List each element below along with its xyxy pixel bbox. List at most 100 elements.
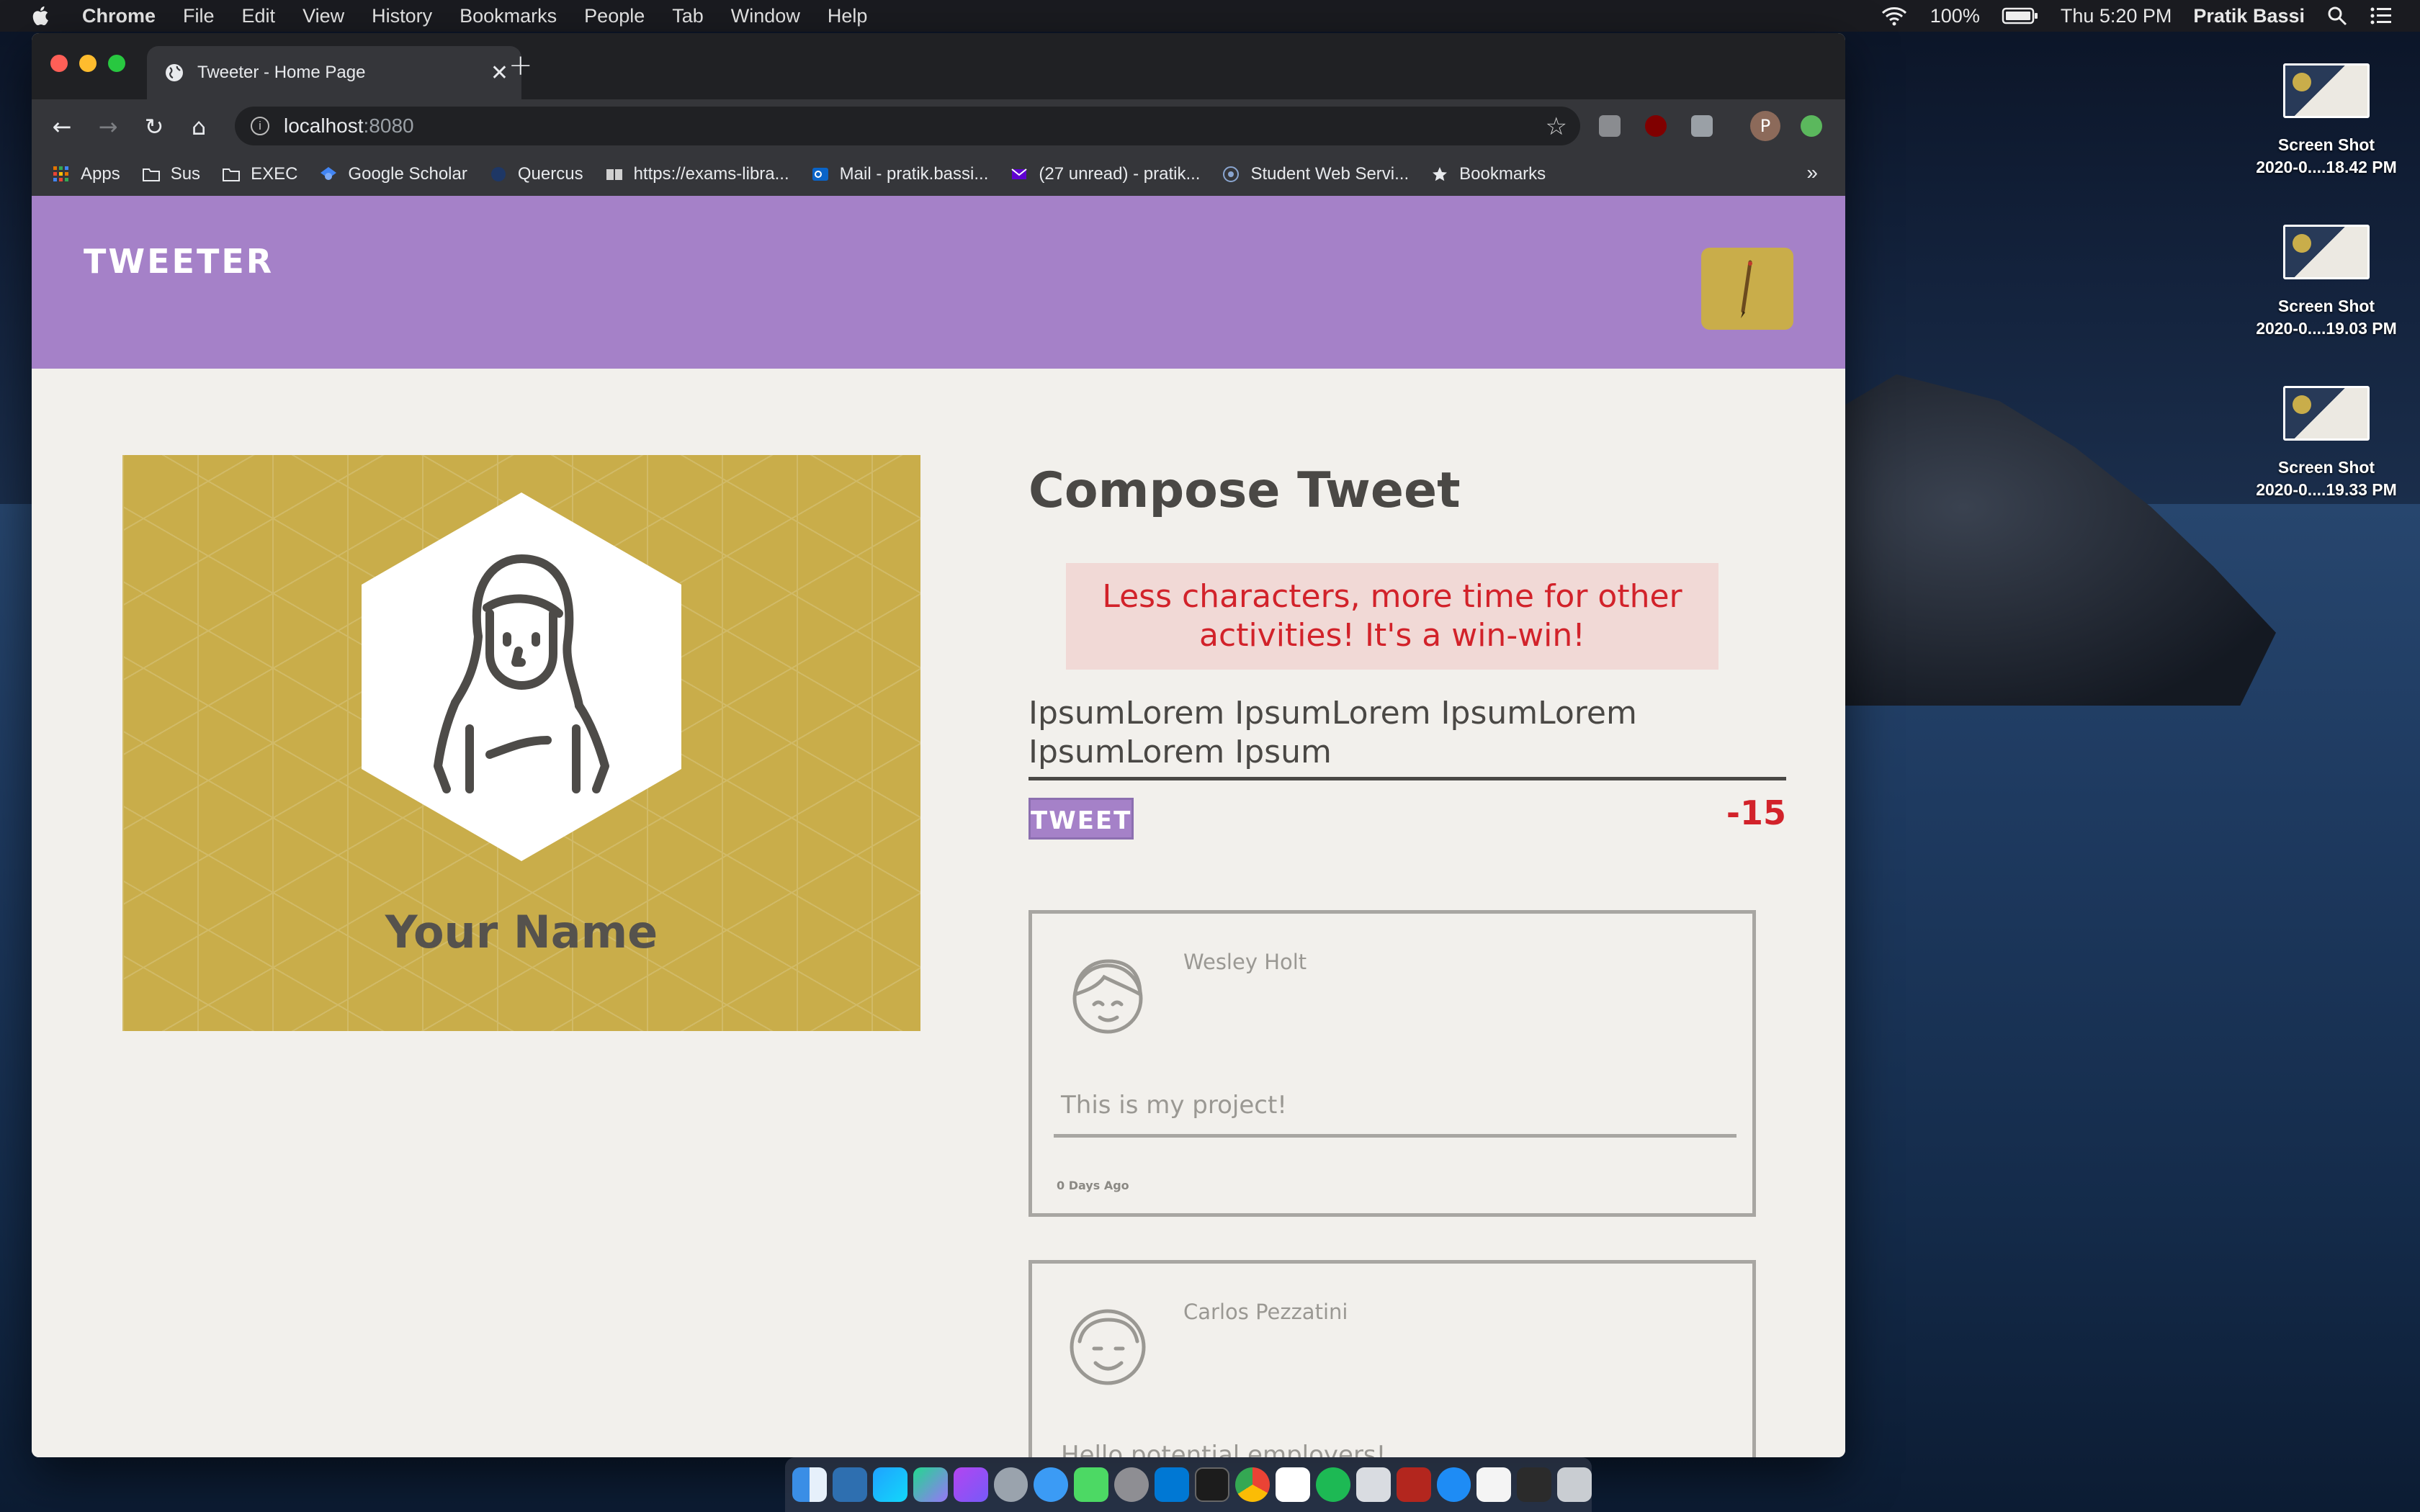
bookmark-google-scholar[interactable]: Google Scholar: [319, 164, 467, 184]
dictionary-icon[interactable]: [1396, 1467, 1431, 1502]
bookmark-label: (27 unread) - pratik...: [1039, 164, 1201, 184]
menu-view[interactable]: View: [302, 5, 344, 27]
book-icon: [606, 169, 622, 180]
back-icon[interactable]: ←: [48, 112, 76, 141]
home-icon[interactable]: ⌂: [184, 112, 213, 141]
url-host: localhost: [284, 114, 364, 137]
bookmark-folder-exec[interactable]: EXEC: [222, 164, 297, 184]
close-window-button[interactable]: [50, 55, 68, 72]
file-date: 2020-0....19.33 PM: [2256, 480, 2397, 499]
brand-logo[interactable]: Tweeter: [84, 242, 274, 281]
file-thumbnail: [2283, 225, 2370, 279]
reload-icon[interactable]: ↻: [140, 112, 169, 141]
facetime-icon[interactable]: [1074, 1467, 1109, 1502]
bookmark-quercus[interactable]: Quercus: [489, 164, 583, 184]
google-scholar-icon: [321, 167, 337, 180]
compose-toggle-button[interactable]: [1701, 248, 1793, 330]
new-tab-icon[interactable]: +: [508, 49, 533, 82]
tweet-button[interactable]: Tweet: [1028, 798, 1134, 840]
file-name: Screen Shot: [2277, 135, 2375, 154]
profile-card: Your Name: [122, 455, 920, 1031]
menu-bookmarks[interactable]: Bookmarks: [460, 5, 557, 27]
tweet-textarea[interactable]: IpsumLorem IpsumLorem IpsumLorem IpsumLo…: [1028, 694, 1786, 780]
browser-tab[interactable]: Tweeter - Home Page ✕: [147, 46, 521, 99]
close-tab-icon[interactable]: ✕: [490, 60, 508, 86]
slack-icon[interactable]: [1275, 1467, 1310, 1502]
webstorm-icon[interactable]: [872, 1467, 908, 1502]
address-bar[interactable]: i localhost:8080 ☆: [235, 107, 1580, 145]
messages-icon[interactable]: [1034, 1467, 1069, 1502]
spotlight-search-icon[interactable]: [2326, 5, 2348, 27]
downloads-stack-icon[interactable]: [1517, 1467, 1552, 1502]
bookmark-apps[interactable]: Apps: [52, 164, 120, 184]
spotify-icon[interactable]: [1315, 1467, 1350, 1502]
menu-people[interactable]: People: [584, 5, 645, 27]
preview-icon[interactable]: [1355, 1467, 1391, 1502]
tweet-body: This is my project!: [1061, 1091, 1287, 1120]
menu-history[interactable]: History: [372, 5, 432, 27]
bookmarks-overflow-icon[interactable]: »: [1806, 161, 1818, 184]
tweet-author: Wesley Holt: [1183, 950, 1307, 974]
datagrip-icon[interactable]: [913, 1467, 948, 1502]
menu-bar-status: 100% Thu 5:20 PM Pratik Bassi: [1880, 0, 2393, 32]
trash-icon[interactable]: [1557, 1467, 1592, 1502]
bookmark-star-icon[interactable]: ☆: [1546, 112, 1567, 141]
error-message: Less characters, more time for other act…: [1066, 563, 1718, 670]
globe-icon: [166, 64, 183, 81]
finder-icon[interactable]: [792, 1467, 827, 1502]
launchpad-icon[interactable]: [993, 1467, 1028, 1502]
chrome-icon[interactable]: [1234, 1467, 1270, 1502]
wifi-icon[interactable]: [1880, 5, 1909, 27]
update-extension-icon[interactable]: [1801, 115, 1822, 137]
vscode-icon[interactable]: [1155, 1467, 1190, 1502]
battery-icon[interactable]: [2002, 6, 2039, 25]
tweet-divider: [1054, 1134, 1736, 1138]
file-name: Screen Shot: [2277, 458, 2375, 477]
site-info-icon[interactable]: i: [251, 117, 269, 135]
file-date: 2020-0....19.03 PM: [2256, 319, 2397, 338]
yahoo-mail-icon: [1011, 168, 1027, 179]
tweet-avatar-icon: [1070, 1309, 1146, 1385]
star-icon: [1433, 167, 1448, 181]
zoom-window-button[interactable]: [108, 55, 125, 72]
browser-toolbar: ← → ↻ ⌂ i localhost:8080 ☆ P: [32, 99, 1845, 153]
minimize-window-button[interactable]: [79, 55, 97, 72]
menu-edit[interactable]: Edit: [242, 5, 276, 27]
desktop-file-screenshot-3[interactable]: Screen Shot 2020-0....19.33 PM: [2254, 386, 2398, 501]
bookmark-outlook-mail[interactable]: Mail - pratik.bassi...: [811, 164, 988, 184]
forward-icon[interactable]: →: [94, 112, 122, 141]
menu-clock[interactable]: Thu 5:20 PM: [2061, 5, 2172, 27]
bookmark-bookmarks[interactable]: Bookmarks: [1430, 164, 1546, 184]
system-preferences-icon[interactable]: [1114, 1467, 1150, 1502]
tab-title: Tweeter - Home Page: [197, 63, 366, 82]
tweeter-page: Tweeter Your Name Compose Tweet: [32, 196, 1845, 1457]
menu-user[interactable]: Pratik Bassi: [2193, 5, 2305, 27]
notification-center-icon[interactable]: [2370, 6, 2393, 26]
folder-icon: [142, 168, 160, 181]
bookmark-yahoo-mail[interactable]: (27 unread) - pratik...: [1010, 164, 1200, 184]
apple-icon[interactable]: [29, 4, 53, 28]
desktop-file-screenshot-2[interactable]: Screen Shot 2020-0....19.03 PM: [2254, 225, 2398, 340]
menu-chrome[interactable]: Chrome: [82, 5, 156, 27]
document-icon[interactable]: [1476, 1467, 1512, 1502]
profile-avatar[interactable]: P: [1750, 111, 1780, 141]
extension-icon[interactable]: [1691, 115, 1713, 137]
phpstorm-icon[interactable]: [953, 1467, 988, 1502]
bookmark-exams-library[interactable]: https://exams-libra...: [605, 164, 789, 184]
bookmark-label: Student Web Servi...: [1250, 164, 1410, 184]
file-thumbnail: [2283, 63, 2370, 118]
desktop-file-screenshot-1[interactable]: Screen Shot 2020-0....18.42 PM: [2254, 63, 2398, 179]
menu-window[interactable]: Window: [731, 5, 800, 27]
css-extension-icon[interactable]: [1599, 115, 1621, 137]
tweet-card: Carlos Pezzatini Hello potential employe…: [1028, 1260, 1756, 1457]
menu-help[interactable]: Help: [828, 5, 868, 27]
menu-tab[interactable]: Tab: [672, 5, 704, 27]
safari-icon[interactable]: [1436, 1467, 1471, 1502]
bookmark-student-web-services[interactable]: Student Web Servi...: [1222, 164, 1409, 184]
bookmark-label: Apps: [81, 164, 120, 184]
ublock-extension-icon[interactable]: [1645, 115, 1667, 137]
virtualbox-icon[interactable]: [832, 1467, 867, 1502]
menu-file[interactable]: File: [183, 5, 215, 27]
terminal-icon[interactable]: [1195, 1467, 1229, 1502]
bookmark-folder-sus[interactable]: Sus: [142, 164, 200, 184]
